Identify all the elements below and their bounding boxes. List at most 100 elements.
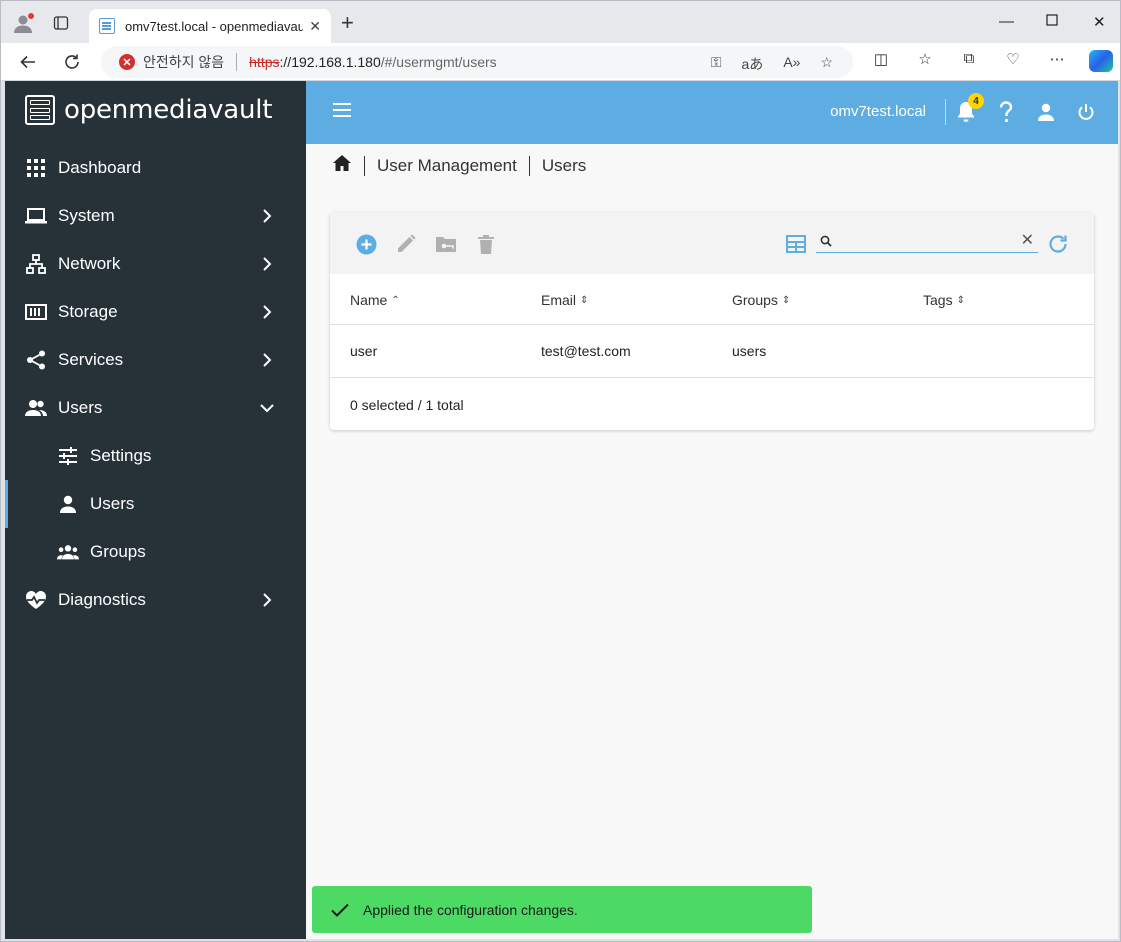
maximize-icon[interactable] [1046, 13, 1058, 30]
cell-groups: users [732, 343, 767, 359]
clear-search-icon[interactable]: ✕ [1021, 232, 1034, 250]
column-label: Email [541, 292, 577, 308]
sidebar: openmediavault Dashboard System Network [5, 81, 306, 939]
column-header-email[interactable]: Email ⇕ [541, 292, 588, 308]
key-icon[interactable]: ⚿ [711, 54, 722, 74]
account-icon[interactable] [1034, 100, 1058, 124]
favorite-star-icon[interactable]: ☆ [820, 54, 833, 74]
sidebar-item-label: Groups [90, 542, 146, 561]
breadcrumb: User Management Users [332, 154, 586, 177]
search-icon [820, 234, 834, 248]
logo-text: openmediavault [64, 95, 273, 125]
network-icon [25, 253, 47, 275]
translate-icon[interactable]: aあ [742, 54, 764, 74]
column-label: Name [350, 292, 388, 308]
help-icon[interactable] [994, 100, 1018, 124]
users-icon [25, 397, 47, 419]
table-row[interactable]: user test@test.com users [330, 325, 1094, 378]
tune-icon [57, 445, 79, 467]
sidebar-item-dashboard[interactable]: Dashboard [5, 144, 306, 192]
laptop-icon [25, 205, 47, 227]
logo[interactable]: openmediavault [25, 95, 272, 125]
home-icon[interactable] [332, 154, 352, 177]
not-secure-label: 안전하지 않음 [143, 54, 225, 70]
sidebar-item-users-sub[interactable]: Users [5, 480, 306, 528]
chevron-down-icon [258, 399, 276, 417]
breadcrumb-user-management[interactable]: User Management [377, 156, 517, 176]
sidebar-item-groups[interactable]: Groups [5, 528, 306, 576]
sidebar-item-users[interactable]: Users [5, 384, 306, 432]
browser-toolbar: ◫ ☆ ⧉ ♡ ⋯ [869, 50, 1113, 72]
delete-trash-icon[interactable] [475, 233, 497, 255]
sidebar-item-services[interactable]: Services [5, 336, 306, 384]
breadcrumb-divider [364, 155, 365, 176]
search-input[interactable]: ✕ [816, 232, 1038, 253]
column-label: Groups [732, 292, 778, 308]
folder-key-icon[interactable] [435, 233, 457, 255]
column-header-name[interactable]: Name ⌃ [350, 292, 400, 308]
sidebar-item-diagnostics[interactable]: Diagnostics [5, 576, 306, 624]
sidebar-item-label: Services [58, 350, 124, 369]
browser-window: omv7test.local - openmediavault ✕ + — ✕ … [0, 0, 1121, 942]
profile-icon[interactable] [11, 11, 35, 35]
tab-title: omv7test.local - openmediavault [125, 18, 304, 34]
omv-app: openmediavault Dashboard System Network [5, 81, 1118, 939]
tab-actions-icon[interactable] [49, 11, 73, 35]
sidebar-item-settings[interactable]: Settings [5, 432, 306, 480]
refresh-icon[interactable] [61, 51, 83, 73]
cell-name: user [350, 343, 378, 359]
new-tab-icon[interactable]: + [341, 12, 354, 34]
edit-pencil-icon[interactable] [395, 233, 417, 255]
tab-bar: omv7test.local - openmediavault ✕ + — ✕ [1, 1, 1120, 43]
close-tab-icon[interactable]: ✕ [309, 18, 321, 35]
sidebar-item-label: System [58, 206, 115, 225]
menu-toggle-icon[interactable] [333, 103, 351, 117]
logo-icon [25, 95, 55, 125]
column-header-tags[interactable]: Tags ⇕ [923, 292, 965, 308]
chevron-right-icon [258, 303, 276, 321]
storage-icon [25, 301, 47, 323]
sidebar-item-label: Settings [90, 446, 152, 465]
sidebar-item-label: Diagnostics [58, 590, 146, 609]
sidebar-item-network[interactable]: Network [5, 240, 306, 288]
table-toolbar: ✕ [330, 212, 1094, 274]
not-secure-icon: ✕ [119, 54, 135, 70]
url-field[interactable]: ✕ 안전하지 않음 https://192.168.1.180/#/usermg… [101, 46, 853, 78]
sort-icon: ⇕ [781, 294, 791, 306]
share-icon [25, 349, 47, 371]
toast-message: Applied the configuration changes. [363, 901, 578, 918]
favorites-icon[interactable]: ☆ [913, 50, 937, 72]
users-table-card: ✕ Name ⌃ Email ⇕ Groups ⇕ Tags ⇕ user te… [330, 212, 1094, 430]
back-arrow-icon[interactable] [17, 51, 39, 73]
collections-icon[interactable]: ⧉ [957, 50, 981, 72]
close-window-icon[interactable]: ✕ [1093, 13, 1106, 31]
copilot-icon[interactable] [1089, 50, 1113, 72]
sidebar-item-storage[interactable]: Storage [5, 288, 306, 336]
heart-pulse-icon [25, 589, 47, 611]
add-user-icon[interactable] [355, 233, 377, 255]
sidebar-item-system[interactable]: System [5, 192, 306, 240]
breadcrumb-divider [528, 155, 530, 176]
chevron-right-icon [258, 591, 276, 609]
chevron-right-icon [258, 255, 276, 273]
column-view-icon[interactable] [785, 233, 807, 255]
sort-icon: ⇕ [580, 294, 589, 306]
browser-essentials-icon[interactable]: ♡ [1001, 50, 1025, 72]
page-favicon-icon [99, 18, 115, 34]
cell-email: test@test.com [541, 343, 631, 359]
more-icon[interactable]: ⋯ [1045, 50, 1069, 72]
notification-toast[interactable]: Applied the configuration changes. [312, 886, 812, 933]
column-header-groups[interactable]: Groups ⇕ [732, 292, 790, 308]
notifications-bell-icon[interactable]: 4 [954, 93, 984, 124]
minimize-icon[interactable]: — [999, 13, 1014, 30]
power-icon[interactable] [1074, 100, 1098, 124]
browser-tab[interactable]: omv7test.local - openmediavault ✕ [89, 9, 331, 43]
read-aloud-icon[interactable]: A» [783, 54, 800, 74]
url-divider [236, 53, 238, 71]
split-screen-icon[interactable]: ◫ [869, 50, 893, 72]
user-icon [57, 493, 79, 515]
reload-icon[interactable] [1047, 233, 1069, 255]
sidebar-item-label: Storage [58, 302, 118, 321]
sidebar-item-label: Network [58, 254, 121, 273]
chevron-right-icon [258, 207, 276, 225]
